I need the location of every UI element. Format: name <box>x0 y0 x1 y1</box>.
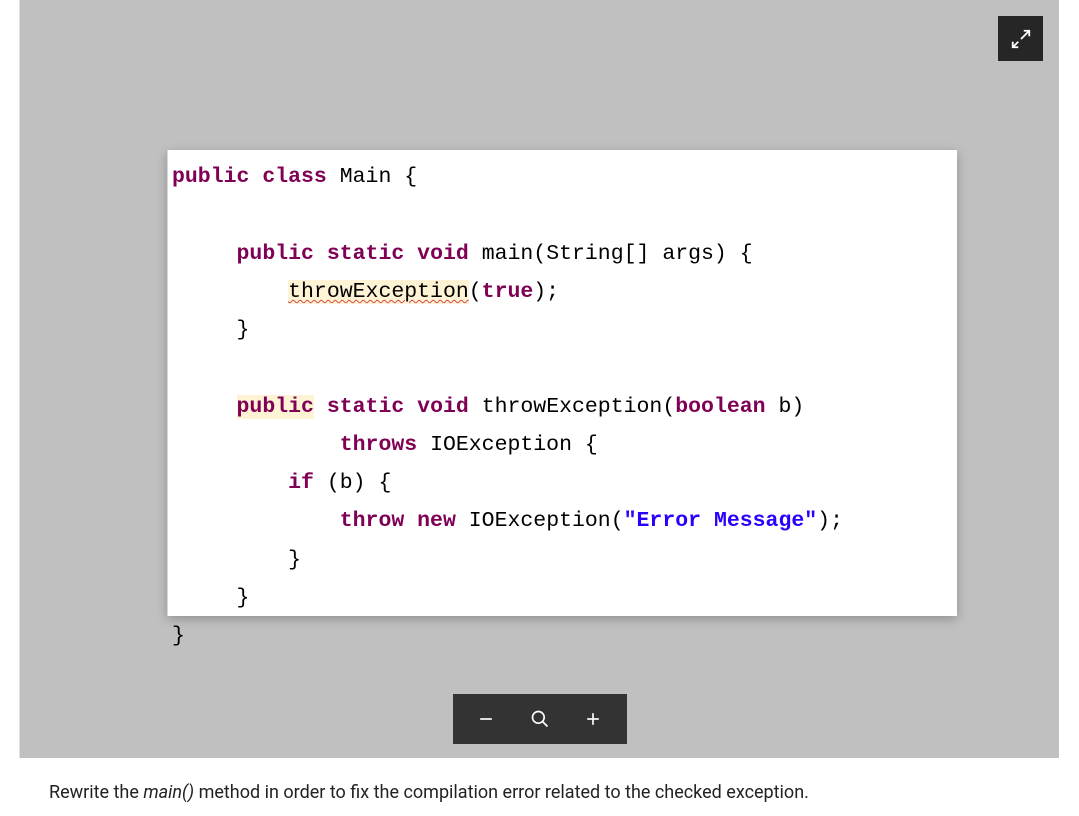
instruction-prefix: Rewrite the <box>49 782 143 803</box>
zoom-out-button[interactable] <box>466 699 506 739</box>
ioexception: IOException <box>469 509 611 533</box>
brace: { <box>585 433 598 457</box>
paren: ( <box>611 509 624 533</box>
brace: { <box>404 165 417 189</box>
method-main: main <box>482 242 534 266</box>
keyword-public: public <box>237 395 314 419</box>
string-literal: "Error Message" <box>624 509 818 533</box>
fullscreen-icon <box>1010 28 1032 50</box>
keyword-public: public <box>237 242 314 266</box>
ioexception: IOException <box>430 433 572 457</box>
paren-close: ); <box>817 509 843 533</box>
code-snippet: public class Main { public static void m… <box>167 150 957 616</box>
brace: { <box>378 471 391 495</box>
error-call: throwException <box>288 280 469 304</box>
class-name: Main <box>340 165 392 189</box>
zoom-reset-button[interactable] <box>520 699 560 739</box>
param-b: b) <box>766 395 805 419</box>
minus-icon <box>476 709 496 729</box>
instruction-text: Rewrite the main() method in order to fi… <box>49 782 1079 803</box>
instruction-suffix: method in order to fix the compilation e… <box>194 782 809 803</box>
keyword-class: class <box>262 165 327 189</box>
keyword-boolean: boolean <box>675 395 765 419</box>
keyword-throw: throw <box>340 509 405 533</box>
brace: } <box>237 586 250 610</box>
keyword-new: new <box>417 509 456 533</box>
keyword-throws: throws <box>340 433 417 457</box>
instruction-emphasis: main() <box>143 782 194 803</box>
image-viewer: public class Main { public static void m… <box>19 0 1059 758</box>
keyword-static: static <box>327 242 404 266</box>
zoom-controls <box>453 694 627 744</box>
paren: ( <box>469 280 482 304</box>
brace: } <box>288 548 301 572</box>
keyword-void: void <box>417 242 469 266</box>
keyword-true: true <box>482 280 534 304</box>
magnify-icon <box>530 709 550 729</box>
keyword-public: public <box>172 165 249 189</box>
brace: } <box>237 318 250 342</box>
paren: ( <box>662 395 675 419</box>
keyword-void: void <box>417 395 469 419</box>
call-end: ); <box>533 280 559 304</box>
main-params: (String[] args) <box>533 242 727 266</box>
keyword-static: static <box>327 395 404 419</box>
keyword-if: if <box>288 471 314 495</box>
zoom-in-button[interactable] <box>573 699 613 739</box>
brace: { <box>740 242 753 266</box>
method-throwException: throwException <box>482 395 663 419</box>
plus-icon <box>583 709 603 729</box>
brace: } <box>172 624 185 648</box>
condition: (b) <box>327 471 366 495</box>
fullscreen-button[interactable] <box>998 16 1043 61</box>
